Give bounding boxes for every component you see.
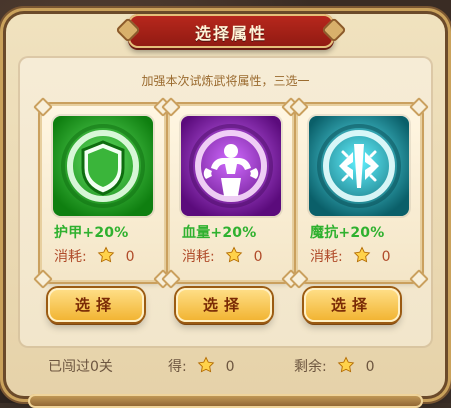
attribute-bonus: +20% <box>82 225 129 241</box>
remain-value: 0 <box>365 359 375 375</box>
dialog-bottom-trim <box>28 394 423 408</box>
star-icon <box>97 246 115 264</box>
select-magic-resist-button[interactable]: 选择 <box>304 288 400 322</box>
cost-line: 消耗: 0 <box>54 246 135 266</box>
shield-icon <box>53 116 153 216</box>
hp-icon-tile <box>181 116 281 216</box>
cost-value: 0 <box>381 249 391 265</box>
attribute-card-armor: 护甲+20% 消耗: 0 <box>33 97 173 289</box>
attribute-bonus: +20% <box>338 225 385 241</box>
cost-label: 消耗: <box>182 249 215 265</box>
attribute-name: 血量 <box>182 225 211 241</box>
cost-value: 0 <box>125 249 135 265</box>
select-hp-button[interactable]: 选择 <box>176 288 272 322</box>
attribute-cards: 护甲+20% 消耗: 0 血量+20% 消耗: 0 魔抗+20% 消耗: 0 <box>33 97 429 289</box>
cost-line: 消耗: 0 <box>182 246 263 266</box>
gain-value: 0 <box>225 359 235 375</box>
dialog-footer: 已闯过0关 得: 0 剩余: 0 <box>6 352 445 378</box>
attribute-name-and-bonus: 血量+20% <box>182 222 256 242</box>
star-icon <box>197 356 215 374</box>
attribute-name-and-bonus: 护甲+20% <box>54 222 128 242</box>
select-armor-button[interactable]: 选择 <box>48 288 144 322</box>
passed-levels: 已闯过0关 <box>48 359 113 375</box>
star-icon <box>225 246 243 264</box>
gain-stars: 得: 0 <box>168 356 235 376</box>
attribute-bonus: +20% <box>210 225 257 241</box>
attribute-name-and-bonus: 魔抗+20% <box>310 222 384 242</box>
strongman-icon <box>181 116 281 216</box>
remaining-stars: 剩余: 0 <box>294 356 375 376</box>
cost-label: 消耗: <box>310 249 343 265</box>
armor-icon-tile <box>53 116 153 216</box>
magic-resist-icon <box>309 116 409 216</box>
gain-label: 得: <box>168 359 187 375</box>
dialog-title: 选择属性 <box>194 24 267 43</box>
attribute-card-hp: 血量+20% 消耗: 0 <box>161 97 301 289</box>
dialog-subtitle: 加强本次试炼武将属性，三选一 <box>141 74 310 88</box>
dialog-title-plate: 选择属性 <box>128 14 334 48</box>
remain-label: 剩余: <box>294 359 327 375</box>
attribute-name: 魔抗 <box>310 225 339 241</box>
star-icon <box>337 356 355 374</box>
cost-value: 0 <box>253 249 263 265</box>
attribute-select-dialog: 选择属性 加强本次试炼武将属性，三选一 护甲+20% 消耗: 0 血量+20% … <box>6 14 445 408</box>
star-icon <box>353 246 371 264</box>
attribute-card-magic-resist: 魔抗+20% 消耗: 0 <box>289 97 429 289</box>
attribute-name: 护甲 <box>54 225 83 241</box>
cost-line: 消耗: 0 <box>310 246 391 266</box>
magic-resist-icon-tile <box>309 116 409 216</box>
cost-label: 消耗: <box>54 249 87 265</box>
